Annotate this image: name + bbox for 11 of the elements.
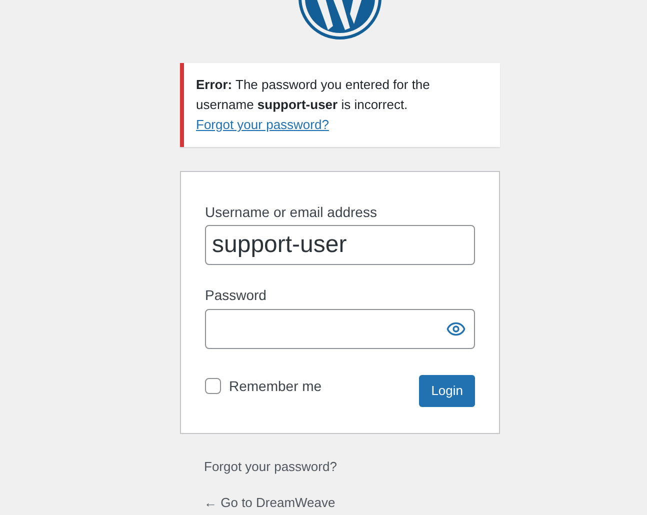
password-label: Password [205, 286, 268, 305]
username-label: Username or email address [205, 203, 378, 222]
login-button[interactable]: Login [419, 375, 475, 407]
remember-label: Remember me [229, 376, 322, 396]
forgot-password-link[interactable]: Forgot your password? [196, 117, 329, 132]
footer-link[interactable]: Forgot your password? [204, 458, 337, 476]
error-message: Error: The password you entered for the username support-user is incorrect. Forgot your password? [196, 76, 431, 134]
footer-link[interactable]: ← Go to DreamWeave [204, 494, 336, 512]
password-field[interactable] [205, 309, 475, 349]
username-field[interactable]: support-user [205, 225, 475, 265]
remember-checkbox[interactable] [205, 378, 221, 394]
